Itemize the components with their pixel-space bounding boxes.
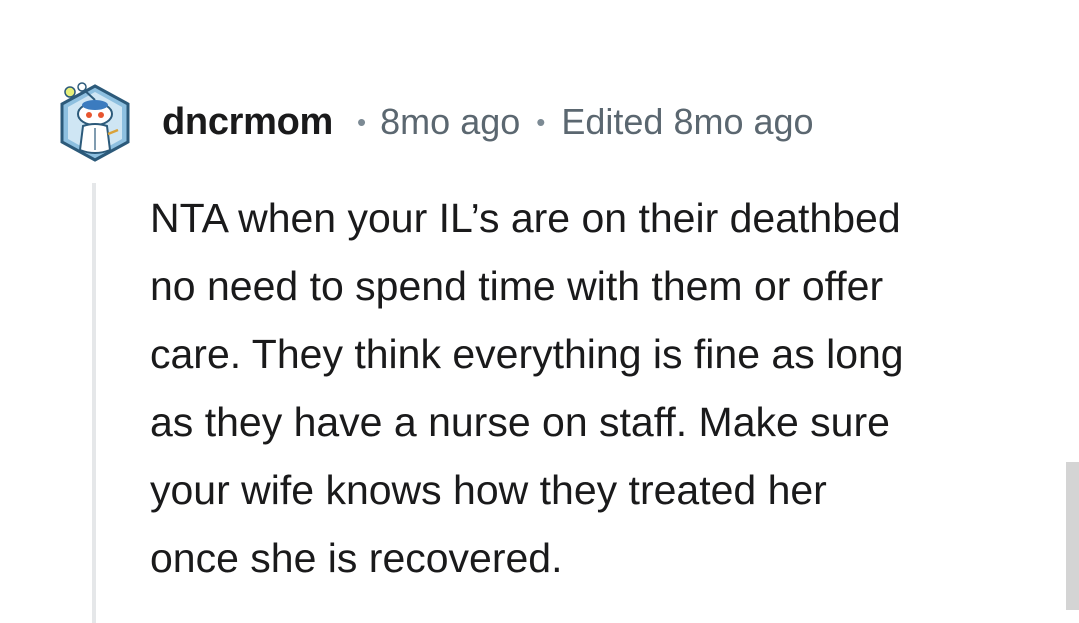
comment-body-line: care. They think everything is fine as l… bbox=[150, 331, 904, 377]
comment-header: dncrmom • 8mo ago • Edited 8mo ago bbox=[162, 98, 814, 146]
comment-body-line: no need to spend time with them or offer bbox=[150, 263, 884, 309]
comment-timestamp[interactable]: 8mo ago bbox=[380, 101, 520, 143]
separator-dot: • bbox=[357, 106, 367, 137]
avatar[interactable] bbox=[58, 78, 132, 162]
comment-body-line: once she is recovered. bbox=[150, 535, 563, 581]
snoo-avatar-icon bbox=[60, 82, 130, 162]
comment-body-line: NTA when your IL’s are on their deathbed bbox=[150, 195, 901, 241]
comment-author[interactable]: dncrmom bbox=[162, 101, 333, 144]
thread-collapse-line[interactable] bbox=[92, 183, 96, 623]
comment-body-line: as they have a nurse on staff. Make sure bbox=[150, 399, 890, 445]
comment-body: NTA when your IL’s are on their deathbed… bbox=[150, 184, 1050, 592]
comment-body-line: your wife knows how they treated her bbox=[150, 467, 827, 513]
comment-edited-label: Edited 8mo ago bbox=[561, 101, 814, 142]
scrollbar-thumb[interactable] bbox=[1066, 462, 1079, 610]
separator-dot: • bbox=[536, 106, 546, 137]
